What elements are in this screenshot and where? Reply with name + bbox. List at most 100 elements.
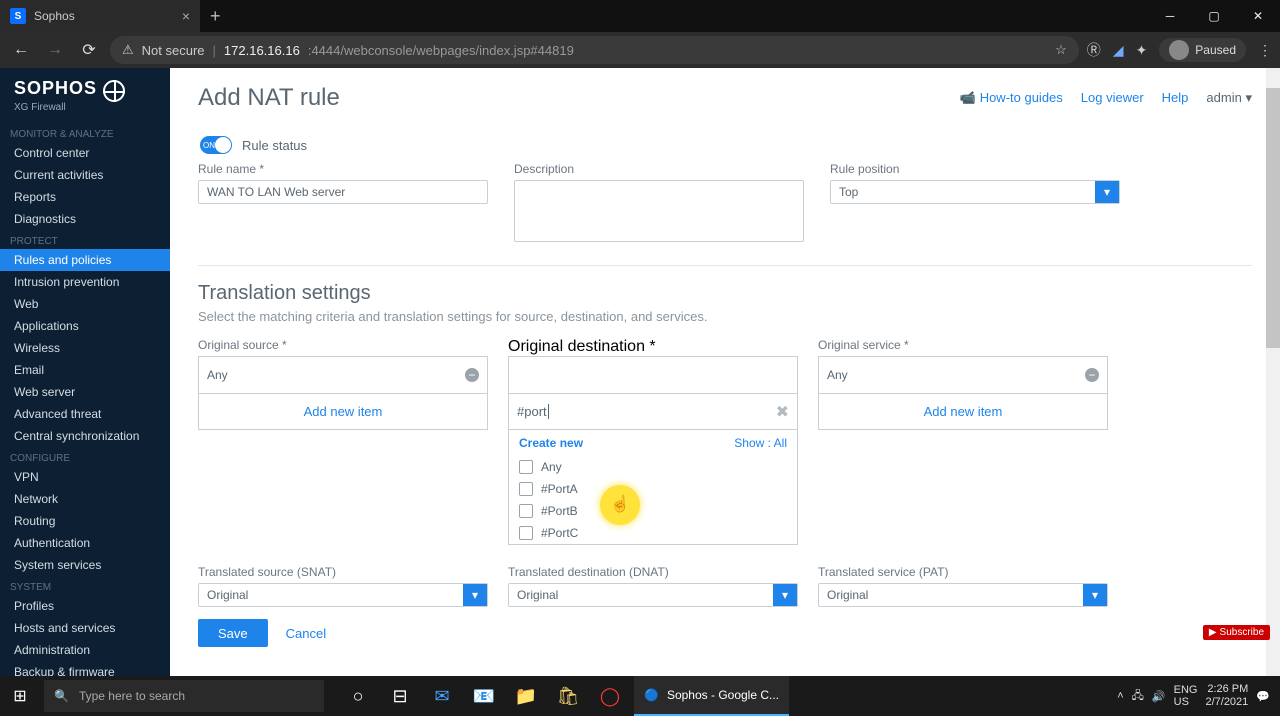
sidebar-item-system-services[interactable]: System services <box>0 554 170 576</box>
dropdown-option-porta[interactable]: #PortA <box>509 478 797 500</box>
destination-search-input[interactable]: #port <box>517 404 549 419</box>
log-viewer-link[interactable]: Log viewer <box>1081 90 1144 106</box>
checkbox[interactable] <box>519 504 533 518</box>
remove-icon[interactable]: − <box>1085 368 1099 382</box>
product-logo: SOPHOS XG Firewall <box>0 68 170 123</box>
sidebar-item-wireless[interactable]: Wireless <box>0 337 170 359</box>
remove-icon[interactable]: − <box>465 368 479 382</box>
add-new-item-service[interactable]: Add new item <box>818 394 1108 430</box>
explorer-icon[interactable]: 📁 <box>508 676 544 716</box>
checkbox[interactable] <box>519 460 533 474</box>
taskbar-search[interactable]: 🔍 Type here to search <box>44 680 324 712</box>
sidebar-item-current-activities[interactable]: Current activities <box>0 164 170 186</box>
clear-search-icon[interactable]: ✖ <box>776 402 789 422</box>
sidebar-item-central-sync[interactable]: Central synchronization <box>0 425 170 447</box>
admin-menu[interactable]: admin ▾ <box>1206 90 1252 106</box>
tray-network-icon[interactable]: 🖧 <box>1132 687 1144 706</box>
new-tab-button[interactable]: + <box>200 6 231 27</box>
tray-clock[interactable]: 2:26 PM2/7/2021 <box>1205 683 1248 709</box>
sidebar-section-system: SYSTEM <box>0 576 170 595</box>
rule-position-label: Rule position <box>830 162 1120 176</box>
tab-close-icon[interactable]: × <box>182 8 190 24</box>
task-view-icon[interactable]: ⊟ <box>382 676 418 716</box>
sidebar-item-network[interactable]: Network <box>0 488 170 510</box>
rule-position-select[interactable]: Top▾ <box>830 180 1120 204</box>
dropdown-option-portc[interactable]: #PortC <box>509 522 797 544</box>
cortana-icon[interactable]: ○ <box>340 676 376 716</box>
translated-service-select[interactable]: Original▾ <box>818 583 1108 607</box>
extension-icon[interactable]: ◢ <box>1113 42 1124 59</box>
window-minimize[interactable]: ─ <box>1148 0 1192 32</box>
chevron-down-icon: ▾ <box>1245 90 1252 105</box>
sidebar: SOPHOS XG Firewall MONITOR & ANALYZE Con… <box>0 68 170 676</box>
translated-source-select[interactable]: Original▾ <box>198 583 488 607</box>
sidebar-item-reports[interactable]: Reports <box>0 186 170 208</box>
sidebar-item-rules-policies[interactable]: Rules and policies <box>0 249 170 271</box>
taskbar-chrome[interactable]: 🔵 Sophos - Google C... <box>634 676 789 716</box>
dropdown-option-portb[interactable]: #PortB <box>509 500 797 522</box>
add-new-item-source[interactable]: Add new item <box>198 394 488 430</box>
sidebar-item-intrusion[interactable]: Intrusion prevention <box>0 271 170 293</box>
scrollbar[interactable] <box>1266 68 1280 676</box>
how-to-guides-link[interactable]: 📹 How-to guides <box>960 90 1063 106</box>
window-maximize[interactable]: ▢ <box>1192 0 1236 32</box>
original-destination-box[interactable] <box>508 356 798 394</box>
dropdown-option-any[interactable]: Any <box>509 456 797 478</box>
original-service-box[interactable]: Any − <box>818 356 1108 394</box>
opera-icon[interactable]: ◯ <box>592 676 628 716</box>
sidebar-item-profiles[interactable]: Profiles <box>0 595 170 617</box>
original-source-label: Original source * <box>198 338 488 352</box>
notifications-icon[interactable]: 💬 <box>1256 690 1270 703</box>
show-all-link[interactable]: Show : All <box>734 436 787 450</box>
sidebar-item-hosts-services[interactable]: Hosts and services <box>0 617 170 639</box>
chrome-icon: 🔵 <box>644 688 659 702</box>
start-button[interactable]: ⊞ <box>0 676 40 716</box>
address-bar[interactable]: ⚠ Not secure | 172.16.16.16:4444/webcons… <box>110 36 1079 64</box>
bookmark-star-icon[interactable]: ☆ <box>1055 42 1067 58</box>
sidebar-item-vpn[interactable]: VPN <box>0 466 170 488</box>
tray-volume-icon[interactable]: 🔊 <box>1152 690 1166 703</box>
sidebar-item-advanced-threat[interactable]: Advanced threat <box>0 403 170 425</box>
cancel-button[interactable]: Cancel <box>286 626 326 641</box>
back-icon[interactable]: ← <box>8 41 34 59</box>
description-textarea[interactable] <box>514 180 804 242</box>
reload-icon[interactable]: ⟳ <box>76 40 102 60</box>
window-close[interactable]: ✕ <box>1236 0 1280 32</box>
extension-r-icon[interactable]: Ⓡ <box>1087 40 1101 60</box>
chevron-down-icon: ▾ <box>463 584 487 606</box>
sidebar-item-email[interactable]: Email <box>0 359 170 381</box>
rule-status-toggle[interactable]: ON <box>200 136 232 154</box>
browser-tab[interactable]: S Sophos × <box>0 0 200 32</box>
sidebar-item-backup-firmware[interactable]: Backup & firmware <box>0 661 170 676</box>
sidebar-section-protect: PROTECT <box>0 230 170 249</box>
profile-paused[interactable]: Paused <box>1159 38 1246 62</box>
sidebar-item-routing[interactable]: Routing <box>0 510 170 532</box>
sidebar-item-diagnostics[interactable]: Diagnostics <box>0 208 170 230</box>
create-new-link[interactable]: Create new <box>519 436 583 450</box>
sidebar-item-administration[interactable]: Administration <box>0 639 170 661</box>
outlook-icon[interactable]: 📧 <box>466 676 502 716</box>
description-label: Description <box>514 162 804 176</box>
rule-name-input[interactable] <box>198 180 488 204</box>
translated-destination-select[interactable]: Original▾ <box>508 583 798 607</box>
original-source-box[interactable]: Any − <box>198 356 488 394</box>
checkbox[interactable] <box>519 526 533 540</box>
mail-icon[interactable]: ✉ <box>424 676 460 716</box>
browser-menu-icon[interactable]: ⋮ <box>1258 42 1272 59</box>
page-title: Add NAT rule <box>198 84 340 112</box>
video-icon: 📹 <box>960 90 980 105</box>
extensions-puzzle-icon[interactable]: ✦ <box>1136 42 1148 59</box>
subscribe-badge[interactable]: ▶ Subscribe <box>1203 625 1270 640</box>
save-button[interactable]: Save <box>198 619 268 647</box>
forward-icon[interactable]: → <box>42 41 68 59</box>
tray-lang[interactable]: ENGUS <box>1174 684 1198 708</box>
sidebar-item-control-center[interactable]: Control center <box>0 142 170 164</box>
checkbox[interactable] <box>519 482 533 496</box>
store-icon[interactable]: 🛍 <box>550 676 586 716</box>
sidebar-item-web-server[interactable]: Web server <box>0 381 170 403</box>
help-link[interactable]: Help <box>1162 90 1189 106</box>
sidebar-item-web[interactable]: Web <box>0 293 170 315</box>
tray-chevron-icon[interactable]: ˄ <box>1117 690 1123 702</box>
sidebar-item-authentication[interactable]: Authentication <box>0 532 170 554</box>
sidebar-item-applications[interactable]: Applications <box>0 315 170 337</box>
